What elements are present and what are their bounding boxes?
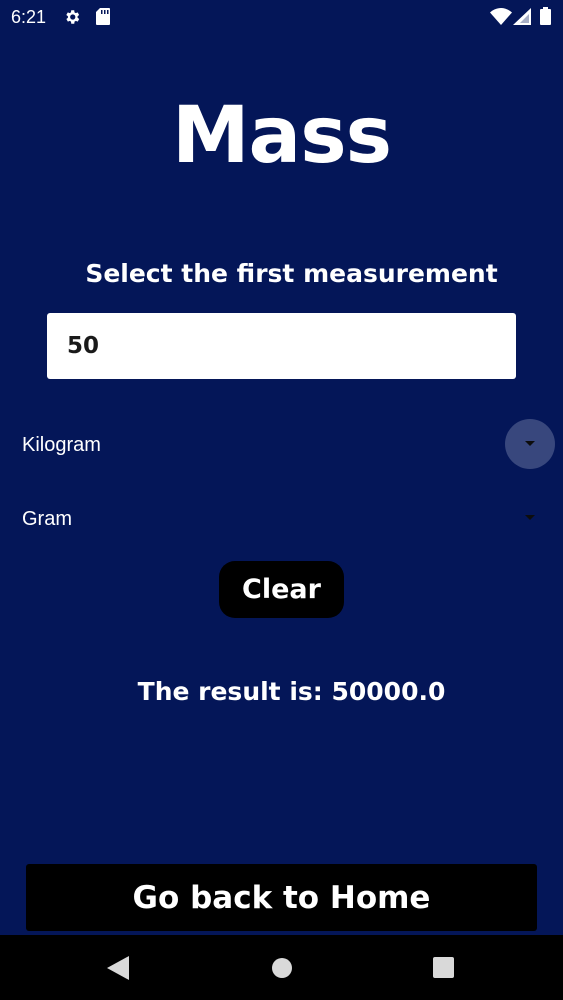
measurement-input-value: 50 xyxy=(67,333,100,359)
home-icon[interactable] xyxy=(271,957,293,979)
result-text: The result is: 50000.0 xyxy=(137,677,446,706)
go-home-button[interactable]: Go back to Home xyxy=(26,864,537,931)
status-bar: 6:21 xyxy=(0,0,563,34)
mass-converter-screen: 6:21 Mass Select the first measurement 5… xyxy=(0,0,563,1000)
back-icon[interactable] xyxy=(107,956,129,980)
recents-icon[interactable] xyxy=(433,957,454,978)
clear-button[interactable]: Clear xyxy=(219,561,344,618)
navigation-bar xyxy=(0,935,563,1000)
battery-icon xyxy=(540,7,551,25)
measurement-input[interactable]: 50 xyxy=(47,313,516,379)
page-subtitle: Select the first measurement xyxy=(85,259,498,288)
to-unit-spinner[interactable]: Gram xyxy=(22,507,72,531)
chevron-down-icon[interactable] xyxy=(525,515,535,520)
page-title: Mass xyxy=(171,91,392,181)
status-time: 6:21 xyxy=(11,7,47,27)
gear-icon xyxy=(66,10,80,24)
sd-card-icon xyxy=(96,8,110,25)
from-unit-spinner[interactable]: Kilogram xyxy=(22,433,101,457)
wifi-icon xyxy=(490,8,512,25)
chevron-down-icon[interactable] xyxy=(525,441,535,446)
signal-icon xyxy=(513,8,531,25)
